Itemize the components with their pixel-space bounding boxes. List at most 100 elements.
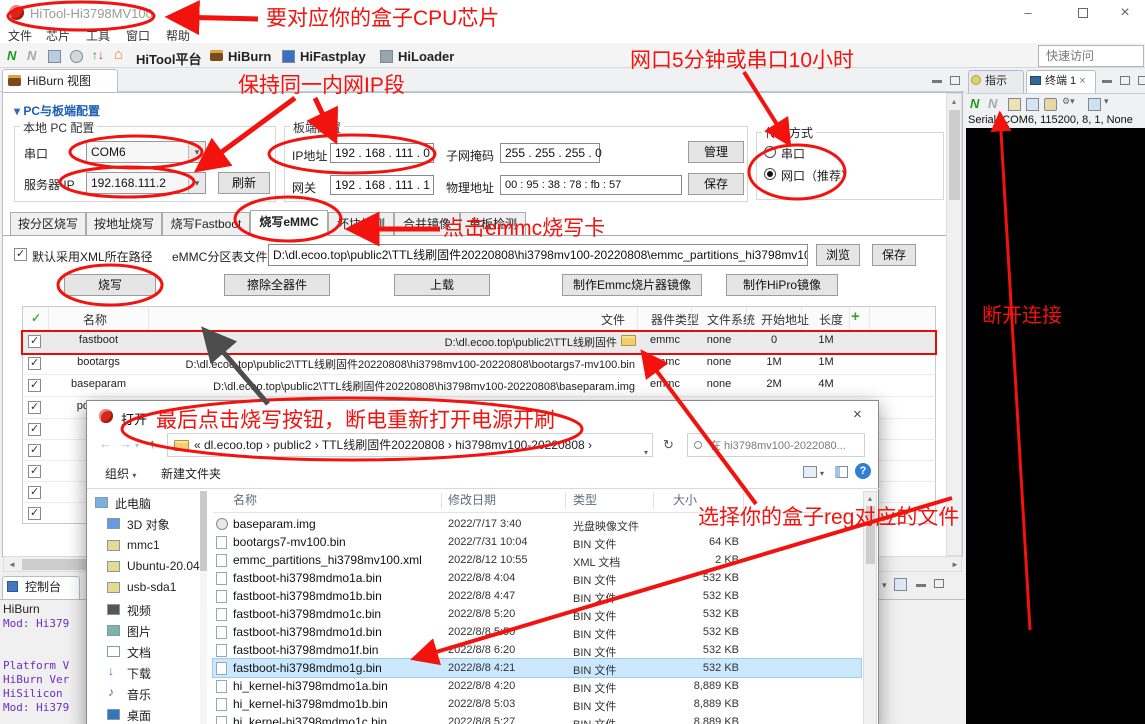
scroll-up-icon[interactable]: ▴	[864, 494, 876, 503]
add-row-icon[interactable]: +	[851, 308, 860, 325]
sidebar-item-usb-sda1[interactable]: usb-sda1	[127, 580, 176, 594]
file-row[interactable]: fastboot-hi3798mdmo1c.bin2022/8/8 5:20BI…	[213, 605, 861, 623]
board-save-button[interactable]: 保存	[688, 173, 744, 195]
file-row[interactable]: bootargs7-mv100.bin2022/7/31 10:04BIN 文件…	[213, 533, 861, 551]
tab-burn-by-address[interactable]: 按地址烧写	[86, 212, 162, 236]
table-row-bootargs[interactable]: bootargs D:\dl.ecoo.top\public2\TTL线刷固件2…	[22, 353, 936, 375]
table-row-fastboot[interactable]: fastboot D:\dl.ecoo.top\public2\TTL线刷固件 …	[22, 331, 936, 353]
toolbar-hifastplay[interactable]: HiFastplay	[300, 49, 366, 64]
row-checkbox[interactable]	[28, 486, 41, 499]
section-pc-board-config[interactable]: ▾ PC与板端配置	[14, 102, 100, 119]
toolbar-hiburn[interactable]: HiBurn	[228, 49, 271, 64]
home-icon[interactable]: ⌂	[114, 46, 123, 63]
sidebar-item-this-pc[interactable]: 此电脑	[115, 495, 151, 512]
file-row[interactable]: fastboot-hi3798mdmo1f.bin2022/8/8 6:20BI…	[213, 641, 861, 659]
sidebar-item-downloads[interactable]: 下载	[127, 665, 151, 682]
sidebar-item-music[interactable]: 音乐	[127, 686, 151, 703]
terminal-settings-chevron-icon[interactable]: ⚙▾	[1062, 96, 1075, 107]
browse-file-icon[interactable]	[621, 335, 636, 346]
col-file-name[interactable]: 名称	[233, 491, 257, 508]
tab-burn-fastboot[interactable]: 烧写Fastboot	[162, 212, 250, 236]
sidebar-item-pictures[interactable]: 图片	[127, 623, 151, 640]
table-row-baseparam[interactable]: baseparam D:\dl.ecoo.top\public2\TTL线刷固件…	[22, 375, 936, 397]
organize-menu[interactable]: 组织 ▾	[105, 465, 136, 482]
mac-address-field[interactable]: 00 : 95 : 38 : 78 : fb : 57	[500, 175, 682, 195]
xml-default-checkbox[interactable]	[14, 248, 27, 261]
quick-access-box[interactable]: 快速访问	[1038, 45, 1144, 67]
refresh-icon[interactable]: ↻	[663, 437, 674, 453]
check-all-icon[interactable]: ✓	[31, 311, 41, 325]
tab-merge-image[interactable]: 合并镜像	[394, 212, 460, 236]
view-minimize-icon[interactable]	[932, 80, 942, 83]
serial-port-select[interactable]: COM6▾	[86, 141, 206, 163]
file-row[interactable]: hi_kernel-hi3798mdmo1b.bin2022/8/8 5:03B…	[213, 695, 861, 713]
preview-pane-icon[interactable]	[835, 466, 848, 478]
row-checkbox[interactable]	[28, 444, 41, 457]
xml-save-button[interactable]: 保存	[872, 244, 916, 266]
row-checkbox[interactable]	[28, 465, 41, 478]
menu-help[interactable]: 帮助	[166, 27, 190, 44]
console-open-icon[interactable]	[894, 578, 907, 591]
sidebar-item-documents[interactable]: 文档	[127, 644, 151, 661]
console-maximize-icon[interactable]	[934, 579, 944, 588]
lock-icon[interactable]	[1044, 98, 1057, 111]
row-checkbox[interactable]	[28, 423, 41, 436]
sidebar-scrollbar[interactable]	[200, 491, 207, 724]
file-row-selected[interactable]: fastboot-hi3798mdmo1g.bin2022/8/8 4:21BI…	[213, 659, 861, 677]
terminal-restore-icon[interactable]	[1138, 76, 1145, 85]
make-hipro-image-button[interactable]: 制作HiPro镜像	[726, 274, 838, 296]
terminal-maximize-icon[interactable]	[1120, 76, 1130, 85]
terminal-copy-icon[interactable]	[1026, 98, 1039, 111]
col-file-date[interactable]: 修改日期	[448, 491, 496, 508]
console-toolbar-chevron-icon[interactable]: ▾	[882, 580, 887, 591]
sidebar-item-desktop[interactable]: 桌面	[127, 707, 151, 724]
view-mode-chevron-icon[interactable]: ▾	[820, 469, 824, 478]
file-row[interactable]: fastboot-hi3798mdmo1d.bin2022/8/8 5:50BI…	[213, 623, 861, 641]
menu-file[interactable]: 文件	[8, 27, 32, 44]
toolbar-hiloader[interactable]: HiLoader	[398, 49, 454, 64]
sidebar-item-videos[interactable]: 视频	[127, 602, 151, 619]
gateway-field[interactable]: 192 . 168 . 111 . 1	[330, 175, 434, 195]
radio-serial[interactable]	[764, 146, 776, 158]
terminal-disconnect-icon[interactable]: N	[988, 96, 997, 111]
erase-all-button[interactable]: 擦除全器件	[224, 274, 330, 296]
sidebar-item-ubuntu[interactable]: Ubuntu-20.04 (	[127, 559, 207, 573]
address-bar[interactable]: « dl.ecoo.top › public2 › TTL线刷固件2022080…	[167, 433, 653, 457]
file-row[interactable]: hi_kernel-hi3798mdmo1c.bin2022/8/8 5:27B…	[213, 713, 861, 724]
menu-chip[interactable]: 芯片	[46, 27, 70, 44]
terminal-table-icon[interactable]	[1008, 98, 1021, 111]
close-tab-icon[interactable]: ×	[1079, 75, 1085, 87]
console-minimize-icon[interactable]	[916, 584, 926, 587]
scrollbar-thumb[interactable]	[949, 110, 960, 200]
tab-burn-by-partition[interactable]: 按分区烧写	[10, 212, 86, 236]
plug-icon[interactable]	[70, 50, 83, 63]
sidebar-item-mmc1[interactable]: mmc1	[127, 538, 160, 552]
file-row[interactable]: fastboot-hi3798mdmo1a.bin2022/8/8 4:04BI…	[213, 569, 861, 587]
refresh-button[interactable]: 刷新	[218, 172, 270, 194]
search-box[interactable]: 在 hi3798mv100-2022080...	[687, 433, 865, 457]
help-icon[interactable]: ?	[855, 463, 871, 479]
row-checkbox[interactable]	[28, 379, 41, 392]
row-checkbox[interactable]	[28, 335, 41, 348]
manage-button[interactable]: 管理	[688, 141, 744, 163]
tab-bad-block-check[interactable]: 坏块检测	[328, 212, 394, 236]
row-checkbox[interactable]	[28, 357, 41, 370]
close-button[interactable]: ×	[1105, 0, 1145, 26]
file-row[interactable]: emmc_partitions_hi3798mv100.xml2022/8/12…	[213, 551, 861, 569]
transfer-icon[interactable]: ↑↓	[92, 48, 104, 62]
server-ip-select[interactable]: 192.168.111.2▾	[86, 172, 206, 194]
file-row[interactable]: fastboot-hi3798mdmo1b.bin2022/8/8 4:47BI…	[213, 587, 861, 605]
make-emmc-image-button[interactable]: 制作Emmc烧片器镜像	[562, 274, 702, 296]
toolbar-hitool-platform[interactable]: HiTool平台	[136, 49, 201, 68]
maximize-button[interactable]	[1063, 0, 1103, 26]
row-checkbox[interactable]	[28, 401, 41, 414]
dialog-close-button[interactable]: ×	[853, 406, 862, 423]
xml-path-input[interactable]: D:\dl.ecoo.top\public2\TTL线刷固件20220808\h…	[268, 244, 808, 266]
disconnect-icon[interactable]: N	[27, 48, 36, 63]
subnet-mask-field[interactable]: 255 . 255 . 255 . 0	[500, 143, 600, 163]
terminal-screen[interactable]	[966, 128, 1145, 724]
scrollbar-thumb[interactable]	[866, 506, 875, 564]
breadcrumb[interactable]: « dl.ecoo.top › public2 › TTL线刷固件2022080…	[194, 434, 592, 456]
scroll-right-icon[interactable]: ►	[951, 560, 959, 569]
forward-icon[interactable]: →	[119, 436, 132, 451]
